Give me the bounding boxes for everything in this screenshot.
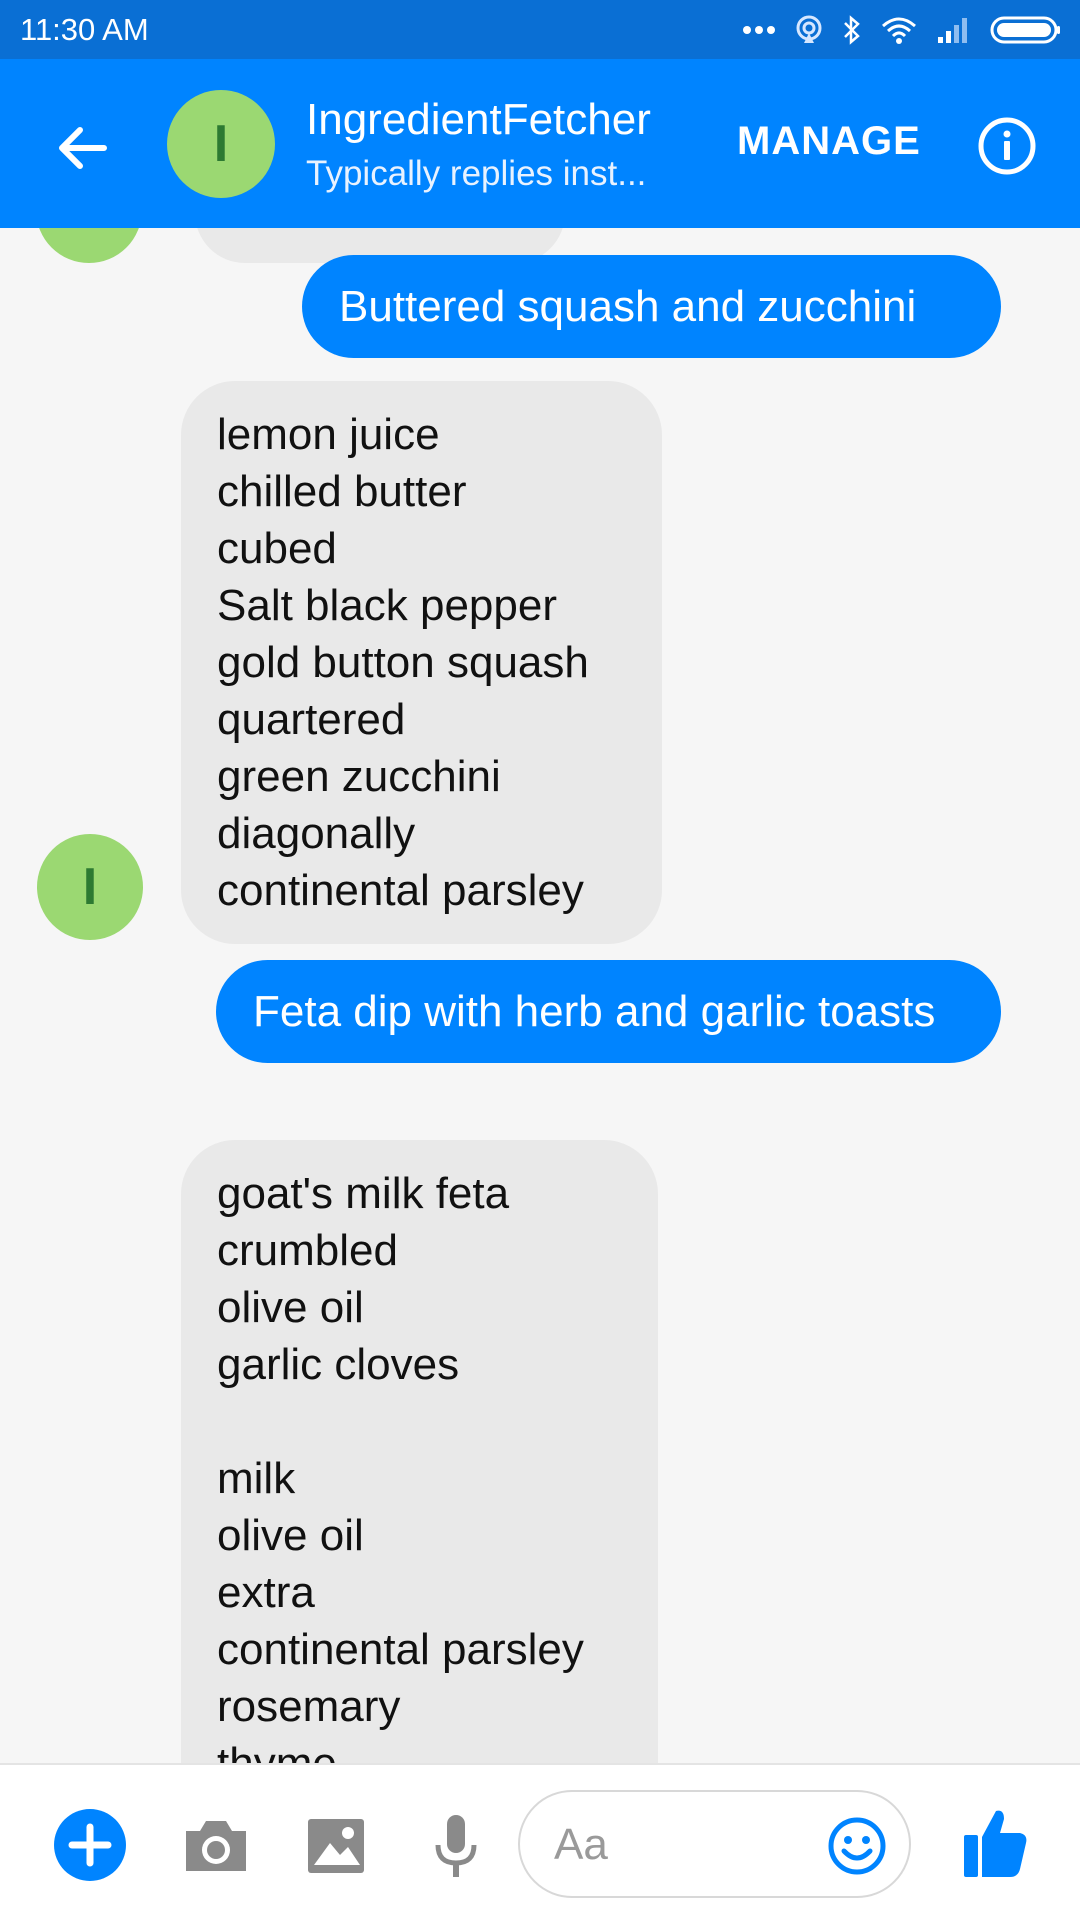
info-button[interactable] <box>977 116 1037 176</box>
outgoing-message[interactable]: Feta dip with herb and garlic toasts <box>216 960 1001 1063</box>
message-list[interactable]: Buttered squash and zucchini lemon juice… <box>0 228 1080 1763</box>
avatar-letter: I <box>82 858 98 916</box>
wifi-icon <box>882 17 916 44</box>
camera-icon <box>186 1821 246 1871</box>
signal-icon <box>938 18 967 43</box>
contact-name[interactable]: IngredientFetcher <box>306 95 651 145</box>
thumbs-up-icon <box>964 1810 1027 1877</box>
outgoing-message[interactable]: Buttered squash and zucchini <box>302 255 1001 358</box>
emoji-button[interactable] <box>827 1816 887 1876</box>
emoji-icon <box>828 1817 886 1875</box>
more-dots-icon <box>743 26 775 34</box>
incoming-message[interactable]: lemon juice chilled butter cubed Salt bl… <box>181 381 662 944</box>
bluetooth-icon <box>844 15 860 45</box>
battery-icon <box>990 16 1060 44</box>
status-bar: 11:30 AM <box>0 0 1080 59</box>
conversation-header: I IngredientFetcher Typically replies in… <box>0 59 1080 228</box>
sender-avatar[interactable]: I <box>37 834 143 940</box>
status-time: 11:30 AM <box>20 12 149 47</box>
back-button[interactable] <box>50 113 120 183</box>
message-placeholder: Aa <box>554 1820 608 1869</box>
hotspot-icon <box>796 15 822 43</box>
camera-button[interactable] <box>180 1809 252 1881</box>
like-button[interactable] <box>960 1805 1030 1879</box>
plus-icon <box>68 1823 112 1867</box>
contact-avatar[interactable]: I <box>167 90 275 198</box>
manage-button[interactable]: MANAGE <box>737 119 921 164</box>
avatar-letter: I <box>213 115 229 173</box>
voice-record-button[interactable] <box>420 1809 492 1881</box>
status-icons <box>742 12 1062 48</box>
incoming-message[interactable]: goat's milk feta crumbled olive oil garl… <box>181 1140 658 1763</box>
message-input[interactable]: Aa <box>518 1790 911 1898</box>
microphone-icon <box>435 1815 477 1877</box>
info-icon <box>978 117 1036 175</box>
image-icon <box>308 1819 364 1873</box>
previous-sender-avatar <box>36 228 142 263</box>
composer-bar: Aa <box>0 1763 1080 1920</box>
contact-status: Typically replies inst... <box>306 154 647 193</box>
gallery-button[interactable] <box>300 1809 372 1881</box>
more-actions-button[interactable] <box>54 1809 126 1881</box>
back-arrow-icon <box>59 127 107 169</box>
